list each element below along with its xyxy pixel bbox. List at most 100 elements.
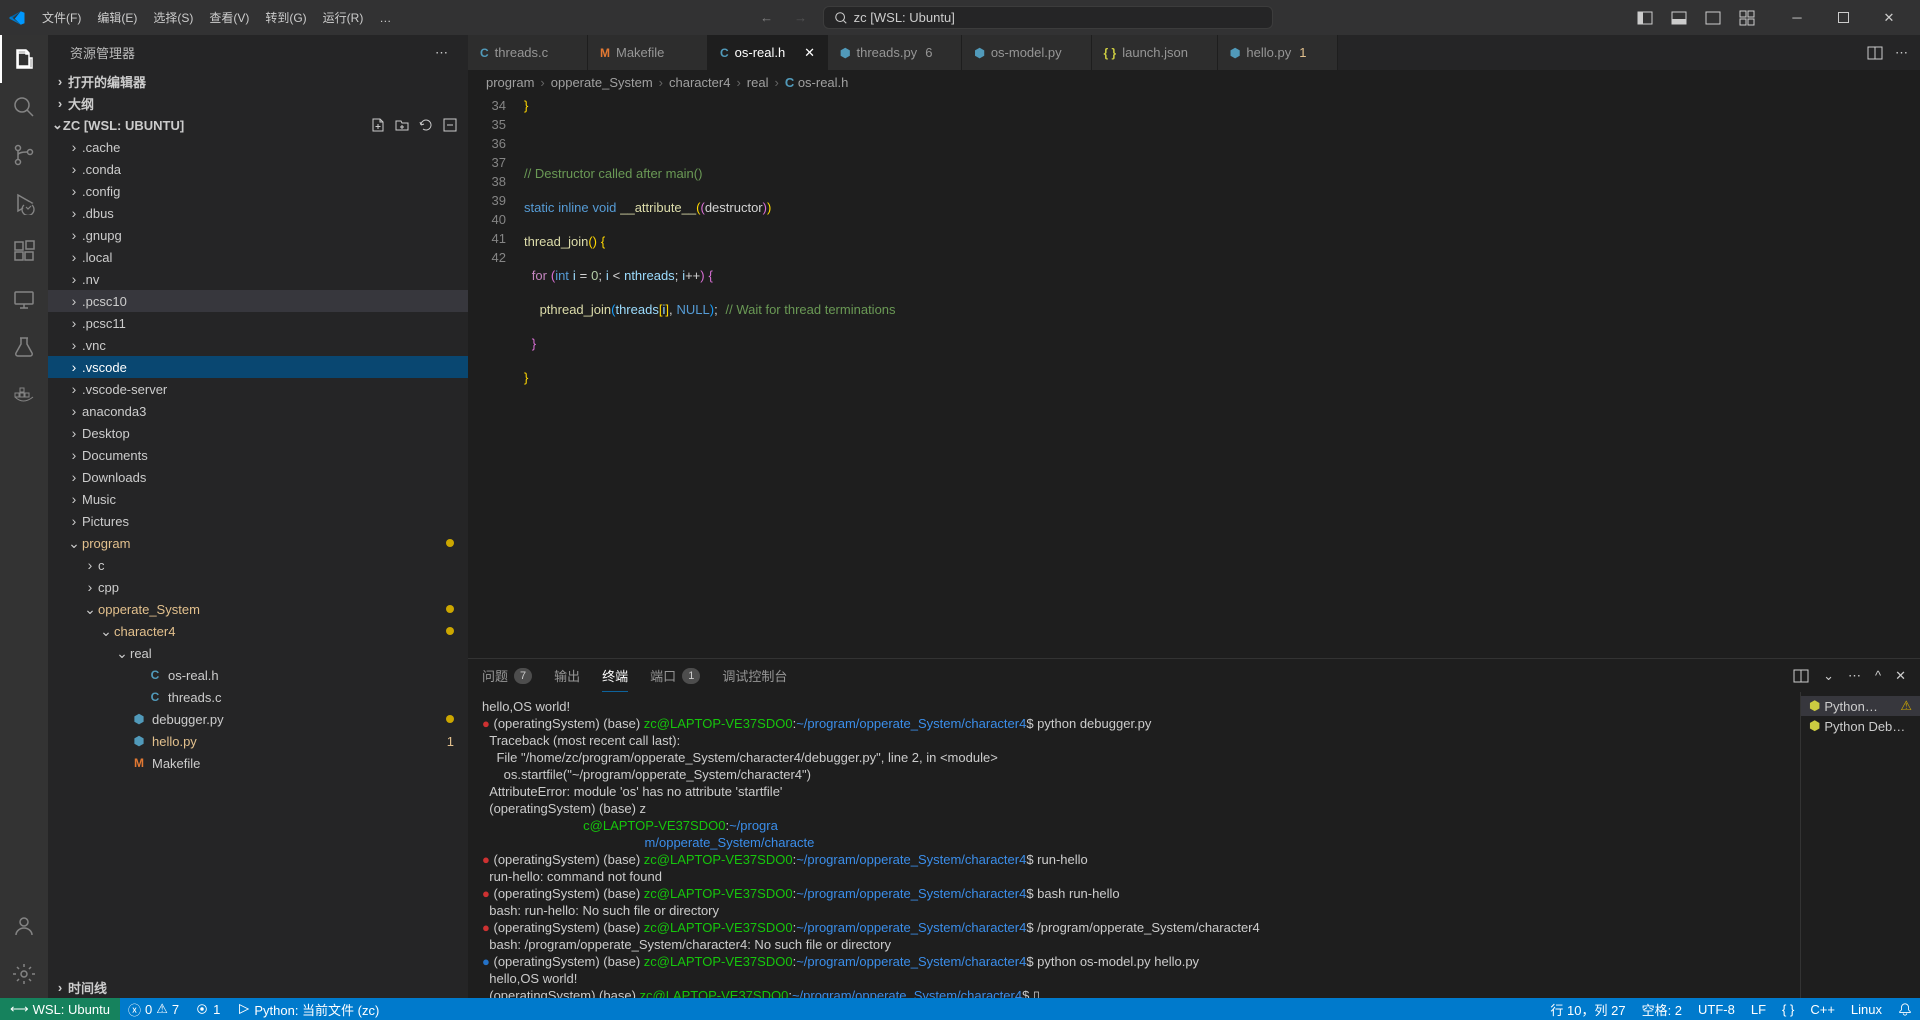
layout-customize-icon[interactable]	[1730, 0, 1764, 35]
tree-item[interactable]: ›Music	[48, 488, 468, 510]
terminal-dropdown-icon[interactable]: ⌄	[1823, 668, 1834, 684]
sidebar-more-icon[interactable]: ⋯	[435, 45, 448, 61]
editor-tab[interactable]: { }launch.json✕	[1092, 35, 1218, 70]
tree-item[interactable]: ›.local	[48, 246, 468, 268]
layout-panel-icon[interactable]	[1662, 0, 1696, 35]
tree-item[interactable]: ›anaconda3	[48, 400, 468, 422]
activity-remote-icon[interactable]	[0, 275, 48, 323]
tree-item[interactable]: ›.config	[48, 180, 468, 202]
status-bell-icon[interactable]	[1890, 998, 1920, 1020]
activity-testing-icon[interactable]	[0, 323, 48, 371]
tree-item[interactable]: ›.vnc	[48, 334, 468, 356]
tree-item[interactable]: ›.cache	[48, 136, 468, 158]
menu-more[interactable]: …	[371, 0, 399, 35]
status-encoding[interactable]: UTF-8	[1690, 998, 1743, 1020]
editor-tab[interactable]: ⬢hello.py1✕	[1218, 35, 1338, 70]
status-os[interactable]: Linux	[1843, 998, 1890, 1020]
panel-tab-problems[interactable]: 问题7	[482, 659, 532, 692]
tree-item[interactable]: ›.dbus	[48, 202, 468, 224]
tree-item[interactable]: ›.nv	[48, 268, 468, 290]
status-eol[interactable]: LF	[1743, 998, 1774, 1020]
panel-tab-debug[interactable]: 调试控制台	[722, 659, 787, 692]
status-problems[interactable]: ⓧ0⚠7	[120, 998, 187, 1020]
menu-goto[interactable]: 转到(G)	[257, 0, 314, 35]
status-ports[interactable]: 1	[187, 998, 228, 1020]
menu-select[interactable]: 选择(S)	[145, 0, 201, 35]
terminal-output[interactable]: hello,OS world! ● (operatingSystem) (bas…	[468, 692, 1800, 998]
editor-tab[interactable]: MMakefile✕	[588, 35, 708, 70]
status-braces[interactable]: { }	[1774, 998, 1802, 1020]
activity-extensions-icon[interactable]	[0, 227, 48, 275]
tree-item[interactable]: ›cpp	[48, 576, 468, 598]
activity-docker-icon[interactable]	[0, 371, 48, 419]
menu-view[interactable]: 查看(V)	[201, 0, 257, 35]
tree-item[interactable]: ⌄opperate_System	[48, 598, 468, 620]
new-folder-icon[interactable]	[394, 117, 410, 133]
tree-item[interactable]: ›.gnupg	[48, 224, 468, 246]
refresh-icon[interactable]	[418, 117, 434, 133]
editor-tab[interactable]: Cos-real.h✕	[708, 35, 828, 70]
status-line[interactable]: 行 10，列 27	[1542, 998, 1633, 1020]
breadcrumb[interactable]: program›opperate_System›character4›real›…	[468, 70, 1920, 94]
section-workspace[interactable]: ⌄ZC [WSL: UBUNTU]	[48, 114, 468, 136]
tree-item[interactable]: ›c	[48, 554, 468, 576]
activity-account-icon[interactable]	[0, 902, 48, 950]
tree-item[interactable]: ›Documents	[48, 444, 468, 466]
nav-back-icon[interactable]: ←	[755, 6, 779, 30]
tree-item[interactable]: ›Downloads	[48, 466, 468, 488]
tree-item[interactable]: ›.vscode-server	[48, 378, 468, 400]
panel-tab-terminal[interactable]: 终端	[602, 659, 628, 692]
section-timeline[interactable]: ›时间线	[48, 976, 468, 998]
tree-item[interactable]: Cthreads.c	[48, 686, 468, 708]
nav-forward-icon[interactable]: →	[789, 6, 813, 30]
tree-item[interactable]: ⌄program	[48, 532, 468, 554]
split-terminal-icon[interactable]	[1793, 668, 1809, 684]
status-lang[interactable]: C++	[1802, 998, 1843, 1020]
panel-close-icon[interactable]: ✕	[1895, 668, 1906, 684]
terminal-list-item[interactable]: ⬢Python Deb…	[1801, 716, 1920, 736]
tree-item[interactable]: ⌄character4	[48, 620, 468, 642]
layout-secondary-icon[interactable]	[1696, 0, 1730, 35]
activity-explorer-icon[interactable]	[0, 35, 48, 83]
close-icon[interactable]: ✕	[804, 45, 815, 61]
activity-settings-icon[interactable]	[0, 950, 48, 998]
editor-body[interactable]: 343536373839404142 } // Destructor calle…	[468, 94, 1920, 658]
command-center[interactable]: zc [WSL: Ubuntu]	[823, 6, 1273, 29]
status-spaces[interactable]: 空格: 2	[1634, 998, 1690, 1020]
code[interactable]: } // Destructor called after main() stat…	[524, 94, 1920, 658]
section-outline[interactable]: ›大纲	[48, 92, 468, 114]
status-debug[interactable]: Python: 当前文件 (zc)	[228, 998, 387, 1020]
tree-item[interactable]: ›Pictures	[48, 510, 468, 532]
tree-item[interactable]: ›Desktop	[48, 422, 468, 444]
activity-search-icon[interactable]	[0, 83, 48, 131]
panel-tab-ports[interactable]: 端口1	[650, 659, 700, 692]
window-minimize[interactable]: ─	[1774, 0, 1820, 35]
menu-run[interactable]: 运行(R)	[315, 0, 372, 35]
window-close[interactable]: ✕	[1866, 0, 1912, 35]
menu-edit[interactable]: 编辑(E)	[89, 0, 145, 35]
editor-tab[interactable]: ⬢threads.py6✕	[828, 35, 962, 70]
tree-item[interactable]: ›.conda	[48, 158, 468, 180]
split-editor-icon[interactable]	[1867, 45, 1883, 61]
panel-tab-output[interactable]: 输出	[554, 659, 580, 692]
terminal-list-item[interactable]: ⬢Python…⚠	[1801, 696, 1920, 716]
panel-maximize-icon[interactable]: ^	[1875, 668, 1881, 683]
section-open-editors[interactable]: ›打开的编辑器	[48, 70, 468, 92]
panel-more-icon[interactable]: ⋯	[1848, 668, 1861, 684]
status-remote[interactable]: ⟷WSL: Ubuntu	[0, 998, 120, 1020]
tree-item[interactable]: ⬢debugger.py	[48, 708, 468, 730]
tree-item[interactable]: ⬢hello.py1	[48, 730, 468, 752]
editor-tab[interactable]: ⬢os-model.py✕	[962, 35, 1091, 70]
tree-item[interactable]: ›.pcsc11	[48, 312, 468, 334]
tree-item[interactable]: Cos-real.h	[48, 664, 468, 686]
new-file-icon[interactable]	[370, 117, 386, 133]
collapse-icon[interactable]	[442, 117, 458, 133]
tabs-more-icon[interactable]: ⋯	[1895, 45, 1908, 61]
layout-primary-icon[interactable]	[1628, 0, 1662, 35]
tree-item[interactable]: ›.pcsc10	[48, 290, 468, 312]
editor-tab[interactable]: Cthreads.c✕	[468, 35, 588, 70]
tree-item[interactable]: MMakefile	[48, 752, 468, 774]
activity-source-control-icon[interactable]	[0, 131, 48, 179]
tree-item[interactable]: ⌄real	[48, 642, 468, 664]
menu-file[interactable]: 文件(F)	[34, 0, 89, 35]
